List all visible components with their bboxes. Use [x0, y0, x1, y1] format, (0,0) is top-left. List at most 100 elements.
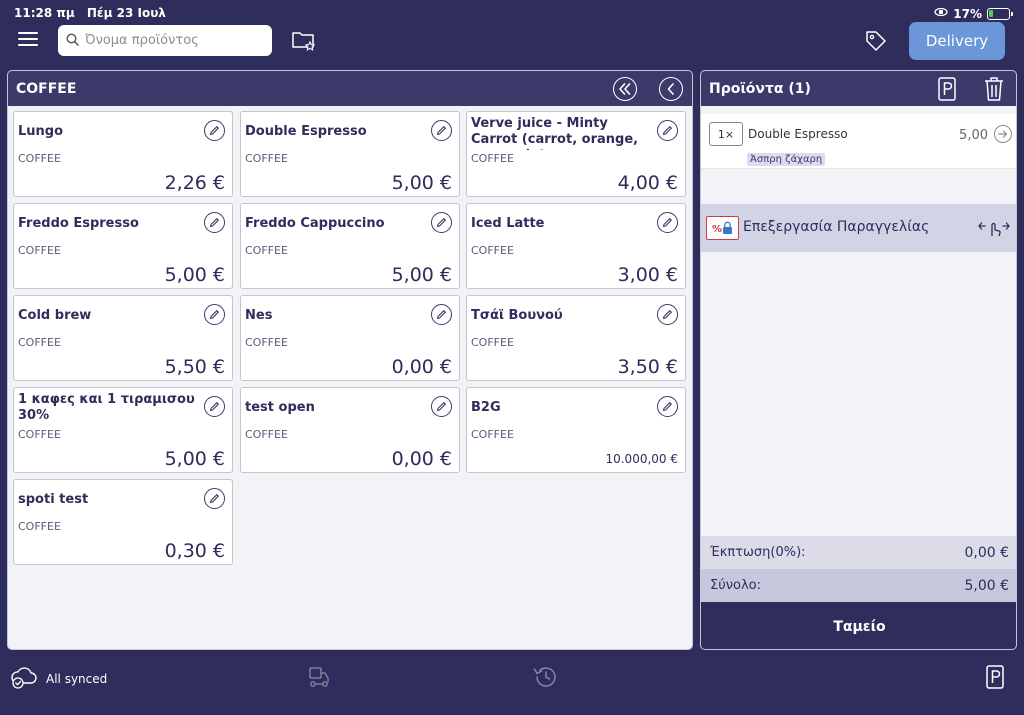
order-line-item[interactable]: 1× Double Espresso 5,00 Άσπρη ζάχαρη — [701, 114, 1016, 169]
quantity-box[interactable]: 1× — [709, 122, 743, 146]
product-name: test open — [245, 400, 315, 415]
pencil-icon[interactable] — [431, 396, 452, 417]
product-card[interactable]: Cold brew COFFEE 5,50 € — [13, 295, 233, 381]
delivery-button[interactable]: Delivery — [909, 22, 1005, 60]
pencil-icon[interactable] — [431, 304, 452, 325]
parking-icon[interactable] — [985, 664, 1005, 694]
product-card[interactable]: B2G COFFEE 10.000,00 € — [466, 387, 686, 473]
product-name: 1 καφες και 1 τιραμισου 30% — [18, 392, 195, 423]
product-category: COFFEE — [18, 428, 61, 441]
order-summary: Έκπτωση(0%): 0,00 € Σύνολο: 5,00 € — [701, 536, 1016, 602]
product-price: 0,00 € — [391, 448, 452, 470]
screen-rotation-lock-icon — [934, 6, 948, 21]
product-category: COFFEE — [18, 520, 61, 533]
discount-row: Έκπτωση(0%): 0,00 € — [701, 536, 1016, 569]
pencil-icon[interactable] — [657, 304, 678, 325]
product-name: B2G — [471, 400, 501, 415]
history-icon[interactable] — [532, 665, 558, 693]
order-title: Προϊόντα (1) — [709, 80, 811, 97]
line-item-name: Double Espresso — [748, 127, 848, 141]
product-category: COFFEE — [471, 152, 514, 165]
bottom-bar: All synced — [0, 655, 1024, 715]
tag-icon[interactable] — [864, 29, 888, 57]
product-price: 0,00 € — [391, 356, 452, 378]
product-card[interactable]: Lungo COFFEE 2,26 € — [13, 111, 233, 197]
product-card[interactable]: Τσάϊ Βουνού COFFEE 3,50 € — [466, 295, 686, 381]
product-name: Nes — [245, 308, 273, 323]
pencil-icon[interactable] — [204, 120, 225, 141]
product-name: Verve juice - Minty Carrot (carrot, oran… — [471, 116, 639, 150]
product-name: Iced Latte — [471, 216, 545, 231]
pencil-icon[interactable] — [204, 396, 225, 417]
pencil-icon[interactable] — [431, 120, 452, 141]
status-bar-right: 17% — [934, 6, 1013, 21]
delivery-courier-icon[interactable] — [307, 665, 331, 693]
product-category: COFFEE — [18, 336, 61, 349]
product-card[interactable]: Freddo Cappuccino COFFEE 5,00 € — [240, 203, 460, 289]
trash-icon[interactable] — [983, 76, 1005, 106]
product-price: 3,00 € — [617, 264, 678, 286]
total-label: Σύνολο: — [710, 578, 761, 593]
product-category: COFFEE — [245, 244, 288, 257]
sync-status[interactable]: All synced — [10, 665, 107, 692]
product-card[interactable]: spoti test COFFEE 0,30 € — [13, 479, 233, 565]
product-price: 10.000,00 € — [605, 452, 678, 466]
pencil-icon[interactable] — [204, 304, 225, 325]
checkout-button[interactable]: Ταμείο — [701, 602, 1016, 649]
products-panel: COFFEE Lungo COFFEE 2,26 € Double Espres… — [7, 70, 693, 650]
pencil-icon[interactable] — [431, 212, 452, 233]
category-title: COFFEE — [16, 80, 77, 97]
product-price: 4,00 € — [617, 172, 678, 194]
product-price: 5,50 € — [164, 356, 225, 378]
product-category: COFFEE — [471, 336, 514, 349]
product-card[interactable]: test open COFFEE 0,00 € — [240, 387, 460, 473]
chevron-left-icon[interactable] — [659, 77, 683, 101]
top-bar: 11:28 πμ Πέμ 23 Ιουλ 17% Delivery — [0, 0, 1024, 64]
pencil-icon[interactable] — [657, 212, 678, 233]
product-name: spoti test — [18, 492, 89, 507]
search-input[interactable] — [85, 33, 265, 48]
svg-text:%: % — [712, 224, 722, 235]
product-price: 5,00 € — [391, 264, 452, 286]
order-processing-row[interactable]: % Επεξεργασία Παραγγελίας — [701, 204, 1016, 252]
product-category: COFFEE — [245, 336, 288, 349]
category-header: COFFEE — [8, 71, 692, 106]
pencil-icon[interactable] — [657, 120, 678, 141]
product-card[interactable]: Iced Latte COFFEE 3,00 € — [466, 203, 686, 289]
order-header: Προϊόντα (1) — [701, 71, 1016, 106]
search-bar[interactable] — [58, 25, 272, 56]
sync-status-label: All synced — [46, 671, 108, 686]
discount-lock-icon: % — [706, 216, 739, 240]
status-date: Πέμ 23 Ιουλ — [86, 6, 166, 20]
product-name: Τσάϊ Βουνού — [471, 308, 563, 323]
product-category: COFFEE — [245, 428, 288, 441]
product-card[interactable]: Freddo Espresso COFFEE 5,00 € — [13, 203, 233, 289]
product-card[interactable]: Nes COFFEE 0,00 € — [240, 295, 460, 381]
product-name: Double Espresso — [245, 124, 367, 139]
favorites-folder-icon[interactable] — [291, 29, 317, 57]
product-category: COFFEE — [471, 428, 514, 441]
product-name: Freddo Cappuccino — [245, 216, 385, 231]
battery-icon — [987, 7, 1013, 20]
product-card[interactable]: 1 καφες και 1 τιραμισου 30% COFFEE 5,00 … — [13, 387, 233, 473]
product-card[interactable]: Verve juice - Minty Carrot (carrot, oran… — [466, 111, 686, 197]
order-panel: Προϊόντα (1) 1× Double Espresso 5,00 Άσπ… — [700, 70, 1017, 650]
hamburger-menu-icon[interactable] — [18, 32, 38, 48]
line-item-modifier: Άσπρη ζάχαρη — [747, 153, 826, 166]
pencil-icon[interactable] — [204, 488, 225, 509]
product-price: 5,00 € — [391, 172, 452, 194]
product-category: COFFEE — [471, 244, 514, 257]
discount-value: 0,00 € — [964, 544, 1009, 561]
pencil-icon[interactable] — [657, 396, 678, 417]
product-name: Lungo — [18, 124, 64, 139]
product-price: 2,26 € — [164, 172, 225, 194]
double-chevron-left-icon[interactable] — [613, 77, 637, 101]
product-price: 5,00 € — [164, 448, 225, 470]
product-card[interactable]: Double Espresso COFFEE 5,00 € — [240, 111, 460, 197]
line-item-price: 5,00 — [959, 128, 988, 143]
total-row: Σύνολο: 5,00 € — [701, 569, 1016, 602]
swipe-hand-icon — [978, 218, 1010, 242]
pencil-icon[interactable] — [204, 212, 225, 233]
parking-icon[interactable] — [937, 76, 957, 106]
arrow-right-icon[interactable] — [994, 125, 1012, 143]
